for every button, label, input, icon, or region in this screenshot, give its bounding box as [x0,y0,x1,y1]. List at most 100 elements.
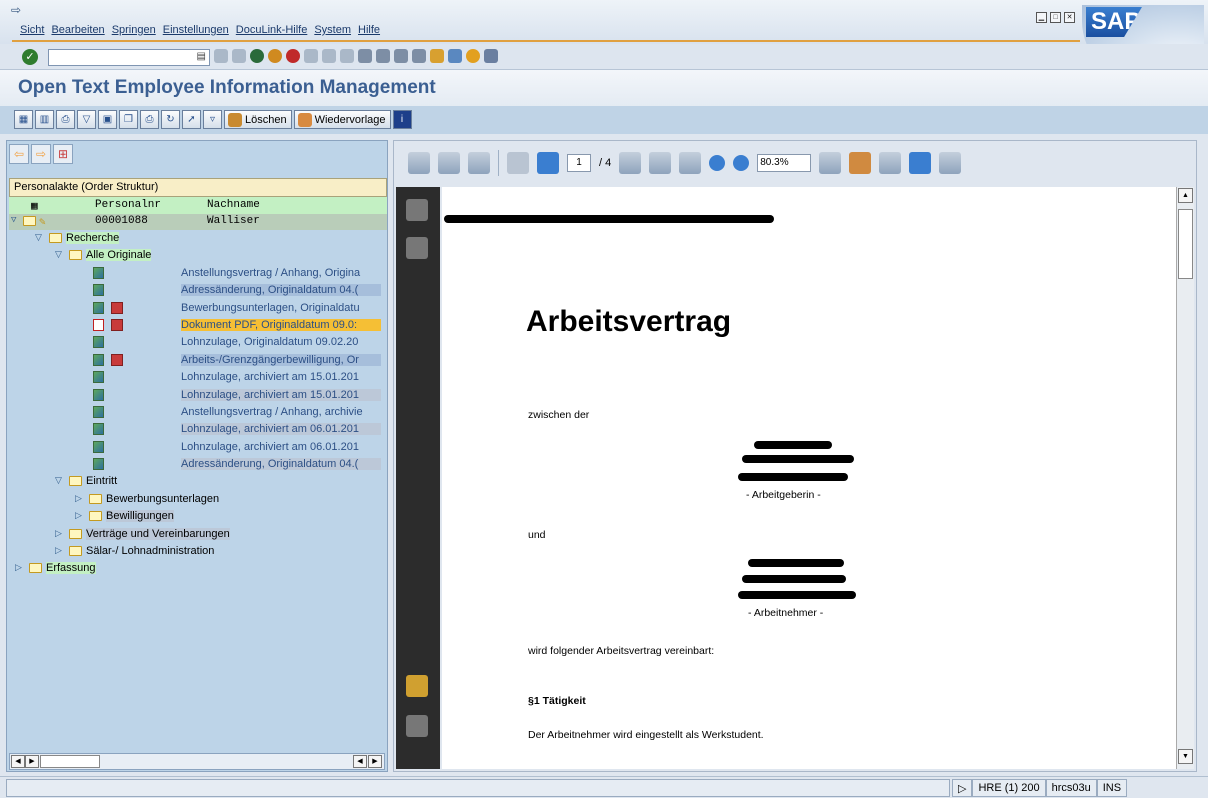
menu-bearbeiten[interactable]: Bearbeiten [51,24,104,36]
filter-icon[interactable]: ▽ [77,110,96,129]
email-icon[interactable] [468,152,490,174]
tree-folder-bewilligungen[interactable]: ▷ Bewilligungen [9,508,387,525]
snapshot-icon[interactable] [819,152,842,174]
comments-icon[interactable] [406,675,428,697]
list-item[interactable]: Lohnzulage, archiviert am 15.01.201 [9,387,387,404]
new-session-icon[interactable] [430,49,444,63]
bookmarks-icon[interactable] [406,237,428,259]
tree-folder-recherche[interactable]: ▽ Recherche [9,230,387,247]
horizontal-scrollbar[interactable]: ◀ ▶ ◀ ▶ [9,753,385,770]
scroll-left-icon[interactable]: ◀ [11,755,25,768]
last-page-icon[interactable] [412,49,426,63]
collapse-icon[interactable]: ▽ [35,232,42,243]
expand-icon[interactable]: ▷ [15,562,22,573]
command-field[interactable]: ▤ [48,49,210,66]
refresh-icon[interactable]: ↻ [161,110,180,129]
resubmit-button[interactable]: Wiedervorlage [293,110,391,129]
shortcut-icon[interactable] [448,49,462,63]
export-icon[interactable]: ➚ [182,110,201,129]
menu-icon[interactable]: ⇨ [11,3,21,17]
command-dropdown-icon[interactable]: ▤ [197,51,206,62]
columns-icon[interactable]: ▦ [31,199,38,213]
page-number-input[interactable]: 1 [567,154,591,172]
status-toggle-icon[interactable]: ▷ [952,779,973,797]
collapse-icon[interactable]: ▽ [55,249,62,260]
list-item[interactable]: Lohnzulage, Originaldatum 09.02.20 [9,334,387,351]
zoom-out-icon[interactable] [709,155,726,171]
column-nachname[interactable]: Nachname [207,199,260,211]
print-icon[interactable] [408,152,430,174]
expand-icon[interactable]: ▷ [75,493,82,504]
minimize-icon[interactable]: ▁ [1036,12,1047,23]
copy-icon[interactable]: ❐ [119,110,138,129]
hand-icon[interactable] [649,152,672,174]
print-icon[interactable] [304,49,318,63]
next-page-icon[interactable] [537,152,559,174]
back-icon[interactable] [250,49,264,63]
list-item[interactable]: Anstellungsvertrag / Anhang, archivie [9,404,387,421]
save-layout-icon[interactable]: ▣ [98,110,117,129]
list-item[interactable]: Dokument PDF, Originaldatum 09.0: [9,317,387,334]
tree-folder-vertraege[interactable]: ▷ Verträge und Vereinbarungen [9,526,387,543]
list-item[interactable]: Lohnzulage, archiviert am 06.01.201 [9,421,387,438]
tree-folder-salaer[interactable]: ▷ Sälar-/ Lohnadministration [9,543,387,560]
list-item[interactable]: Adressänderung, Originaldatum 04.( [9,282,387,299]
back-arrow-icon[interactable] [214,49,228,63]
expand-icon[interactable]: ▷ [75,510,82,521]
attachments-icon[interactable] [406,715,428,737]
expand-icon[interactable]: ▷ [55,545,62,556]
list-item[interactable]: Bewerbungsunterlagen, Originaldatu [9,300,387,317]
maximize-icon[interactable]: □ [1050,12,1061,23]
table-icon[interactable]: ▦ [14,110,33,129]
fit-page-icon[interactable] [939,152,962,174]
person-row[interactable]: ▽ ✎ 00001088 Walliser [9,214,387,230]
scroll-right-icon[interactable]: ▶ [368,755,382,768]
list-item[interactable]: Lohnzulage, archiviert am 06.01.201 [9,439,387,456]
tree-folder-alle-originale[interactable]: ▽ Alle Originale [9,247,387,264]
menu-doculink-hilfe[interactable]: DocuLink-Hilfe [236,24,308,36]
zoom-in-icon[interactable] [733,155,750,171]
scroll-right-icon[interactable]: ▶ [25,755,39,768]
zoom-tool-icon[interactable] [679,152,702,174]
scroll-thumb[interactable] [1178,209,1193,279]
close-icon[interactable]: ✕ [1064,12,1075,23]
expand-icon[interactable]: ▽ [11,215,16,225]
nav-forward-icon[interactable]: ⇨ [31,144,51,164]
menu-system[interactable]: System [314,24,351,36]
find-icon[interactable] [322,49,336,63]
save-icon[interactable] [438,152,460,174]
previous-page-icon[interactable] [376,49,390,63]
exit-icon[interactable] [268,49,282,63]
info-icon[interactable]: i [392,110,412,129]
previous-page-icon[interactable] [507,152,529,174]
structure-icon[interactable]: ⊞ [53,144,73,164]
tree-folder-erfassung[interactable]: ▷ Erfassung [9,560,387,577]
next-page-icon[interactable] [394,49,408,63]
menu-springen[interactable]: Springen [112,24,156,36]
print-icon[interactable]: ⎙ [56,110,75,129]
list-item[interactable]: Adressänderung, Originaldatum 04.( [9,456,387,473]
filter-down-icon[interactable]: ▿ [203,110,222,129]
fit-width-icon[interactable] [909,152,932,174]
print-preview-icon[interactable]: ⎙ [140,110,159,129]
layout-icon[interactable] [484,49,498,63]
scroll-thumb[interactable] [40,755,100,768]
menu-hilfe[interactable]: Hilfe [358,24,380,36]
delete-button[interactable]: Löschen [224,110,292,129]
help-icon[interactable] [466,49,480,63]
column-personalnr[interactable]: Personalnr [95,199,161,211]
menu-einstellungen[interactable]: Einstellungen [163,24,229,36]
scroll-left-icon[interactable]: ◀ [353,755,367,768]
scroll-down-icon[interactable]: ▼ [1178,749,1193,764]
list-item[interactable]: Lohnzulage, archiviert am 15.01.201 [9,369,387,386]
select-text-icon[interactable] [619,152,642,174]
first-page-icon[interactable] [358,49,372,63]
stamp-icon[interactable] [849,152,872,174]
menu-sicht[interactable]: Sicht [20,24,44,36]
zoom-select[interactable]: 80.3% [757,154,812,172]
document-page[interactable]: Arbeitsvertrag zwischen der - Arbeitgebe… [442,187,1176,769]
save-icon[interactable] [232,49,246,63]
pages-icon[interactable] [406,199,428,221]
chart-icon[interactable]: ▥ [35,110,54,129]
cancel-icon[interactable] [286,49,300,63]
